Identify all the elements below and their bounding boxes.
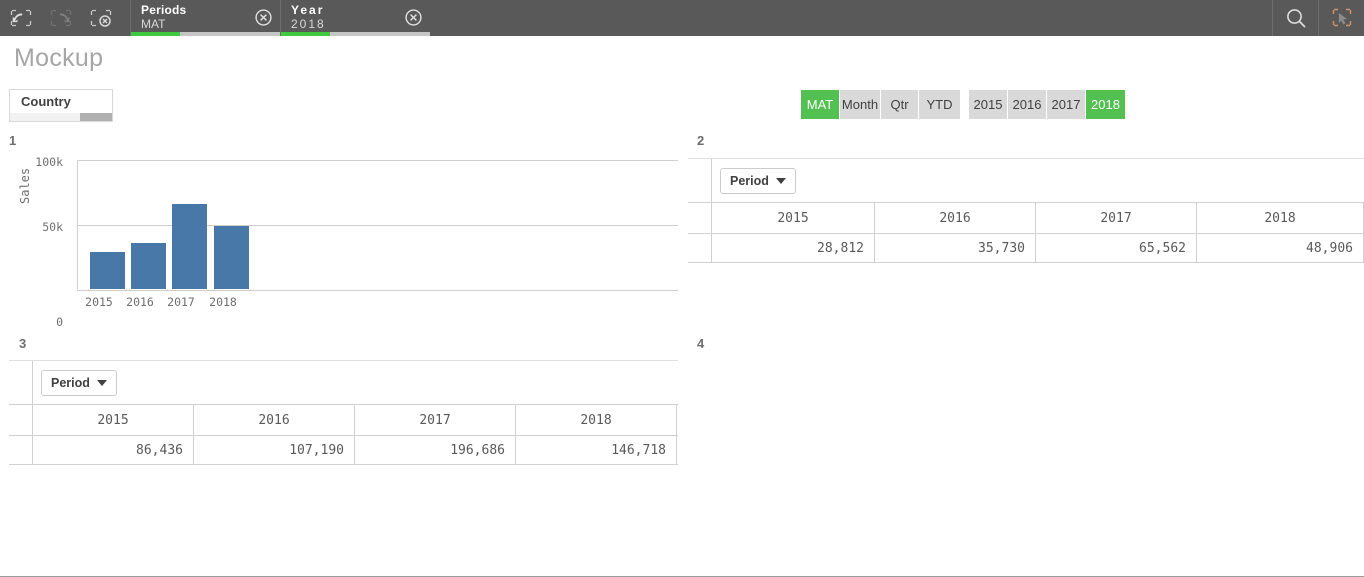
selection-chips: Periods MAT Year 2018 [130, 0, 430, 36]
cell-2018[interactable]: 48,906 [1197, 234, 1364, 262]
selection-chip-field: Year [291, 3, 325, 17]
scrollbar-thumb[interactable] [80, 113, 112, 121]
period-button-group: MAT Month Qtr YTD [801, 90, 960, 119]
step-back-icon[interactable] [6, 5, 36, 31]
search-icon[interactable] [1272, 0, 1318, 36]
period-button-mat[interactable]: MAT [801, 90, 840, 119]
pivot-table-header-row: 2015 2016 2017 2018 [688, 202, 1364, 233]
filter-pane-title: Country [21, 94, 71, 109]
period-dimension-dropdown[interactable]: Period [41, 369, 117, 396]
column-header-2018[interactable]: 2018 [516, 405, 677, 435]
pivot-table-dimension-row: Period [9, 360, 678, 404]
chip-state-bar [131, 32, 280, 36]
cell-2017[interactable]: 65,562 [1036, 234, 1197, 262]
selection-toolbar [0, 0, 130, 36]
column-header-2017[interactable]: 2017 [1036, 203, 1197, 233]
period-button-qtr[interactable]: Qtr [881, 90, 919, 119]
selection-chip-field: Periods [141, 3, 187, 17]
panel-label-1: 1 [9, 133, 17, 148]
pivot-table-stub [9, 436, 33, 464]
chart-x-axis [77, 290, 678, 291]
column-header-2016[interactable]: 2016 [194, 405, 355, 435]
bar-2016[interactable] [131, 243, 166, 289]
page-title: Mockup [14, 44, 104, 72]
year-button-2017[interactable]: 2017 [1047, 90, 1086, 119]
chart-bars [78, 161, 678, 289]
table-row[interactable]: 28,812 35,730 65,562 48,906 [688, 233, 1364, 263]
chart-plot-area [77, 160, 678, 289]
panel-label-2: 2 [697, 133, 705, 148]
selection-chip-year[interactable]: Year 2018 [280, 0, 430, 36]
pivot-table-dimension-cell: Period [712, 159, 1364, 202]
year-button-group: 2015 2016 2017 2018 [969, 90, 1125, 119]
pivot-table-stub [9, 361, 33, 404]
chevron-down-icon [96, 379, 107, 386]
selection-chip-periods[interactable]: Periods MAT [130, 0, 280, 36]
filter-pane-country[interactable]: Country [9, 89, 113, 122]
selection-bar: Periods MAT Year 2018 [0, 0, 1364, 36]
selections-tool-icon[interactable] [1318, 0, 1364, 36]
period-button-ytd[interactable]: YTD [919, 90, 960, 119]
y-tick-0: 0 [56, 315, 63, 329]
bar-chart-sales[interactable]: Sales 0 50k 100k 2015 2016 2017 2018 [9, 154, 678, 329]
bar-2015[interactable] [90, 252, 125, 289]
column-header-2015[interactable]: 2015 [712, 203, 875, 233]
pivot-table-dimension-row: Period [688, 158, 1364, 202]
period-dimension-label: Period [51, 375, 90, 390]
panel-label-4: 4 [697, 336, 705, 351]
period-dimension-label: Period [730, 173, 769, 188]
pivot-table-stub [9, 405, 33, 435]
pivot-table-stub [688, 234, 712, 262]
pivot-table-panel2[interactable]: Period 2015 2016 2017 2018 28,812 35,730… [688, 158, 1364, 263]
year-button-2018[interactable]: 2018 [1086, 90, 1125, 119]
y-tick-100k: 100k [35, 155, 63, 169]
cell-2018[interactable]: 146,718 [516, 436, 677, 464]
column-header-2017[interactable]: 2017 [355, 405, 516, 435]
panel-label-3: 3 [19, 336, 27, 351]
cell-2015[interactable]: 28,812 [712, 234, 875, 262]
x-tick-2018: 2018 [209, 295, 237, 309]
column-header-2015[interactable]: 2015 [33, 405, 194, 435]
cell-2015[interactable]: 86,436 [33, 436, 194, 464]
filter-pane-scrollbar[interactable] [10, 113, 112, 121]
column-header-2016[interactable]: 2016 [875, 203, 1036, 233]
chart-y-axis-title: Sales [18, 167, 32, 204]
clear-chip-icon[interactable] [255, 9, 272, 26]
clear-chip-icon[interactable] [405, 9, 422, 26]
pivot-table-stub [688, 203, 712, 233]
year-button-2015[interactable]: 2015 [969, 90, 1008, 119]
selection-bar-spacer [430, 0, 1272, 36]
pivot-table-header-row: 2015 2016 2017 2018 [9, 404, 678, 435]
pivot-table-stub [688, 159, 712, 202]
pivot-table-dimension-cell: Period [33, 361, 678, 404]
selection-bar-right-tools [1272, 0, 1364, 36]
selection-chip-value: MAT [141, 17, 166, 31]
clear-selections-icon[interactable] [86, 5, 116, 31]
x-tick-2017: 2017 [167, 295, 195, 309]
table-row[interactable]: 86,436 107,190 196,686 146,718 [9, 435, 678, 465]
cell-2016[interactable]: 35,730 [875, 234, 1036, 262]
y-tick-50k: 50k [42, 220, 63, 234]
step-forward-icon[interactable] [46, 5, 76, 31]
column-header-2018[interactable]: 2018 [1197, 203, 1364, 233]
x-tick-2015: 2015 [85, 295, 113, 309]
x-tick-2016: 2016 [126, 295, 154, 309]
chip-state-bar [281, 32, 430, 36]
period-button-month[interactable]: Month [840, 90, 881, 119]
bar-2017[interactable] [172, 204, 207, 289]
selection-chip-value: 2018 [291, 17, 326, 31]
cell-2017[interactable]: 196,686 [355, 436, 516, 464]
bar-2018[interactable] [214, 226, 249, 289]
period-dimension-dropdown[interactable]: Period [720, 167, 796, 194]
chevron-down-icon [775, 177, 786, 184]
pivot-table-panel3[interactable]: Period 2015 2016 2017 2018 86,436 107,19… [9, 360, 678, 465]
cell-2016[interactable]: 107,190 [194, 436, 355, 464]
year-button-2016[interactable]: 2016 [1008, 90, 1047, 119]
